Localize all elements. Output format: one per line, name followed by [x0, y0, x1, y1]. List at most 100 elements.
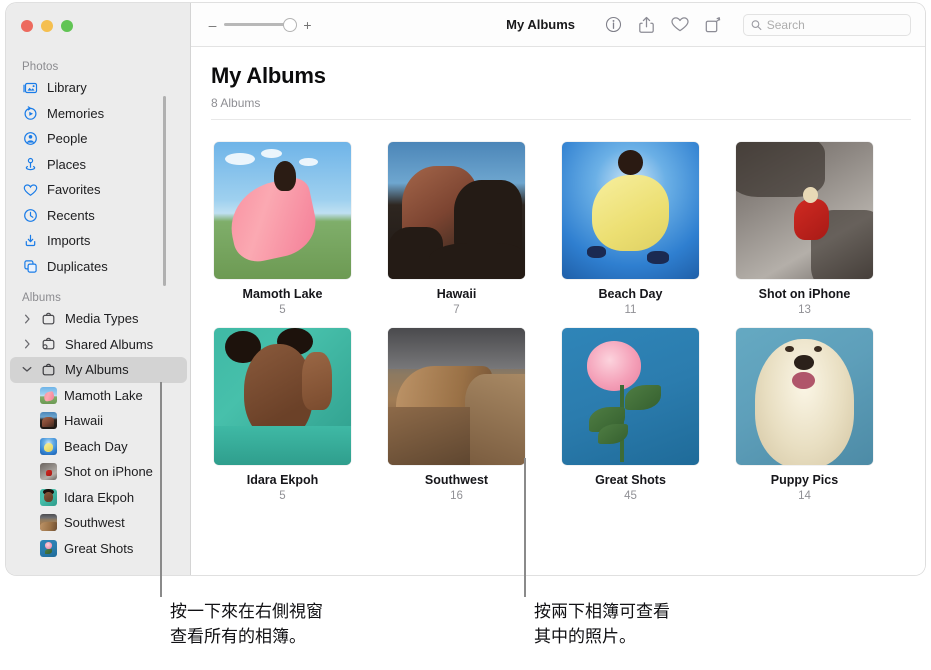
sidebar-item-label: Idara Ekpoh — [64, 489, 135, 505]
album-thumb-great-icon — [40, 539, 57, 557]
chevron-right-icon[interactable] — [22, 314, 32, 324]
sidebar-scrollbar[interactable] — [162, 96, 166, 286]
duplicates-icon — [22, 258, 39, 275]
album-item-count: 11 — [624, 303, 637, 316]
sidebar-item-label: Library — [47, 80, 87, 96]
screenshot-root: Photos Library Memories People Places Fa… — [0, 0, 931, 670]
sidebar-item-recents[interactable]: Recents — [10, 203, 187, 229]
sidebar-item-label: Hawaii — [64, 413, 104, 429]
search-input[interactable] — [766, 17, 903, 32]
album-card[interactable]: Southwest 16 — [388, 327, 525, 502]
album-name: Beach Day — [598, 286, 663, 301]
sidebar-item-label: People — [47, 131, 88, 147]
clock-icon — [22, 207, 39, 224]
sidebar-item-label: Memories — [47, 105, 105, 121]
album-cover[interactable] — [214, 141, 351, 279]
album-card[interactable]: Great Shots 45 — [562, 327, 699, 502]
search-icon — [751, 19, 762, 30]
album-cover[interactable] — [388, 327, 525, 465]
sidebar-item-label: Imports — [47, 233, 91, 249]
album-cover[interactable] — [562, 141, 699, 279]
sidebar-item-places[interactable]: Places — [10, 152, 187, 178]
album-artwork — [562, 141, 699, 279]
memories-icon — [22, 105, 39, 122]
album-artwork — [736, 327, 873, 465]
album-card[interactable]: Puppy Pics 14 — [736, 327, 873, 502]
callout-leader-line-right — [524, 458, 526, 597]
sidebar-item-duplicates[interactable]: Duplicates — [10, 254, 187, 280]
share-button[interactable] — [630, 12, 663, 38]
sidebar-section-label-photos: Photos — [22, 61, 59, 73]
album-cover[interactable] — [388, 141, 525, 279]
places-icon — [22, 156, 39, 173]
sidebar-item-shared-albums[interactable]: Shared Albums — [10, 332, 187, 358]
sidebar-item-media-types[interactable]: Media Types — [10, 306, 187, 332]
sidebar-item-memories[interactable]: Memories — [10, 101, 187, 127]
share-icon — [639, 16, 654, 33]
maximize-button[interactable] — [61, 20, 73, 32]
album-artwork — [388, 327, 525, 465]
zoom-slider-track[interactable] — [224, 17, 297, 32]
minimize-button[interactable] — [41, 20, 53, 32]
sidebar-item-my-albums[interactable]: My Albums — [10, 357, 187, 383]
sidebar-item-label: Southwest — [64, 515, 125, 531]
zoom-slider[interactable]: – + — [208, 17, 312, 32]
people-icon — [22, 130, 39, 147]
sidebar-section-albums: Albums Media Types Shared Albums My Albu… — [6, 292, 191, 561]
callout-text-right: 按兩下相簿可查看 其中的照片。 — [534, 602, 670, 646]
album-icon — [40, 310, 57, 327]
library-icon — [22, 79, 39, 96]
info-button[interactable] — [597, 12, 630, 38]
album-cover[interactable] — [214, 327, 351, 465]
album-name: Great Shots — [595, 472, 666, 487]
traffic-lights — [21, 20, 73, 32]
album-artwork — [214, 327, 351, 465]
callout-leader-line-left — [160, 382, 162, 597]
album-artwork — [736, 141, 873, 279]
rotate-icon — [705, 16, 720, 32]
album-card[interactable]: Mamoth Lake 5 — [214, 141, 351, 316]
sidebar-item-favorites[interactable]: Favorites — [10, 177, 187, 203]
album-item-count: 7 — [453, 303, 460, 316]
heart-icon — [670, 17, 689, 32]
album-thumb-idara-icon — [40, 488, 57, 506]
album-item-count: 14 — [798, 489, 811, 502]
album-card[interactable]: Beach Day 11 — [562, 141, 699, 316]
zoom-in-icon[interactable]: + — [303, 18, 312, 32]
sidebar-item-label: Great Shots — [64, 540, 134, 556]
sidebar-item-label: Recents — [47, 207, 95, 223]
album-cover[interactable] — [562, 327, 699, 465]
album-name: Mamoth Lake — [242, 286, 323, 301]
album-thumb-southwest-icon — [40, 514, 57, 532]
album-card[interactable]: Hawaii 7 — [388, 141, 525, 316]
photos-window: Photos Library Memories People Places Fa… — [6, 3, 925, 575]
sidebar-item-label: My Albums — [65, 362, 129, 378]
album-artwork — [562, 327, 699, 465]
album-count-label: 8 Albums — [211, 96, 261, 110]
content-area: My Albums 8 Albums Mamoth Lake 5 Hawaii … — [191, 47, 925, 575]
sidebar-item-label: Duplicates — [47, 258, 108, 274]
chevron-down-icon[interactable] — [22, 366, 32, 373]
toolbar-title: My Albums — [506, 17, 575, 32]
album-item-count: 45 — [624, 489, 637, 502]
zoom-slider-knob[interactable] — [283, 17, 297, 32]
album-cover-shot-on-iphone[interactable]: Shot on iPhone 13 — [736, 141, 873, 316]
album-item-count: 16 — [450, 489, 463, 502]
sidebar-item-label: Shared Albums — [65, 336, 154, 352]
sidebar-item-people[interactable]: People — [10, 126, 187, 152]
search-field[interactable] — [743, 13, 911, 36]
page-title: My Albums — [211, 63, 326, 88]
import-icon — [22, 232, 39, 249]
album-item-count: 5 — [279, 489, 286, 502]
sidebar-item-imports[interactable]: Imports — [10, 228, 187, 254]
close-button[interactable] — [21, 20, 33, 32]
album-name: Puppy Pics — [770, 472, 839, 487]
album-card[interactable]: Idara Ekpoh 5 — [214, 327, 351, 502]
album-cover[interactable] — [736, 141, 873, 279]
album-cover[interactable] — [736, 327, 873, 465]
rotate-button[interactable] — [696, 12, 729, 38]
chevron-right-icon[interactable] — [22, 339, 32, 349]
sidebar-item-library[interactable]: Library — [10, 75, 187, 101]
zoom-out-icon[interactable]: – — [208, 18, 217, 32]
favorite-button[interactable] — [663, 12, 696, 38]
